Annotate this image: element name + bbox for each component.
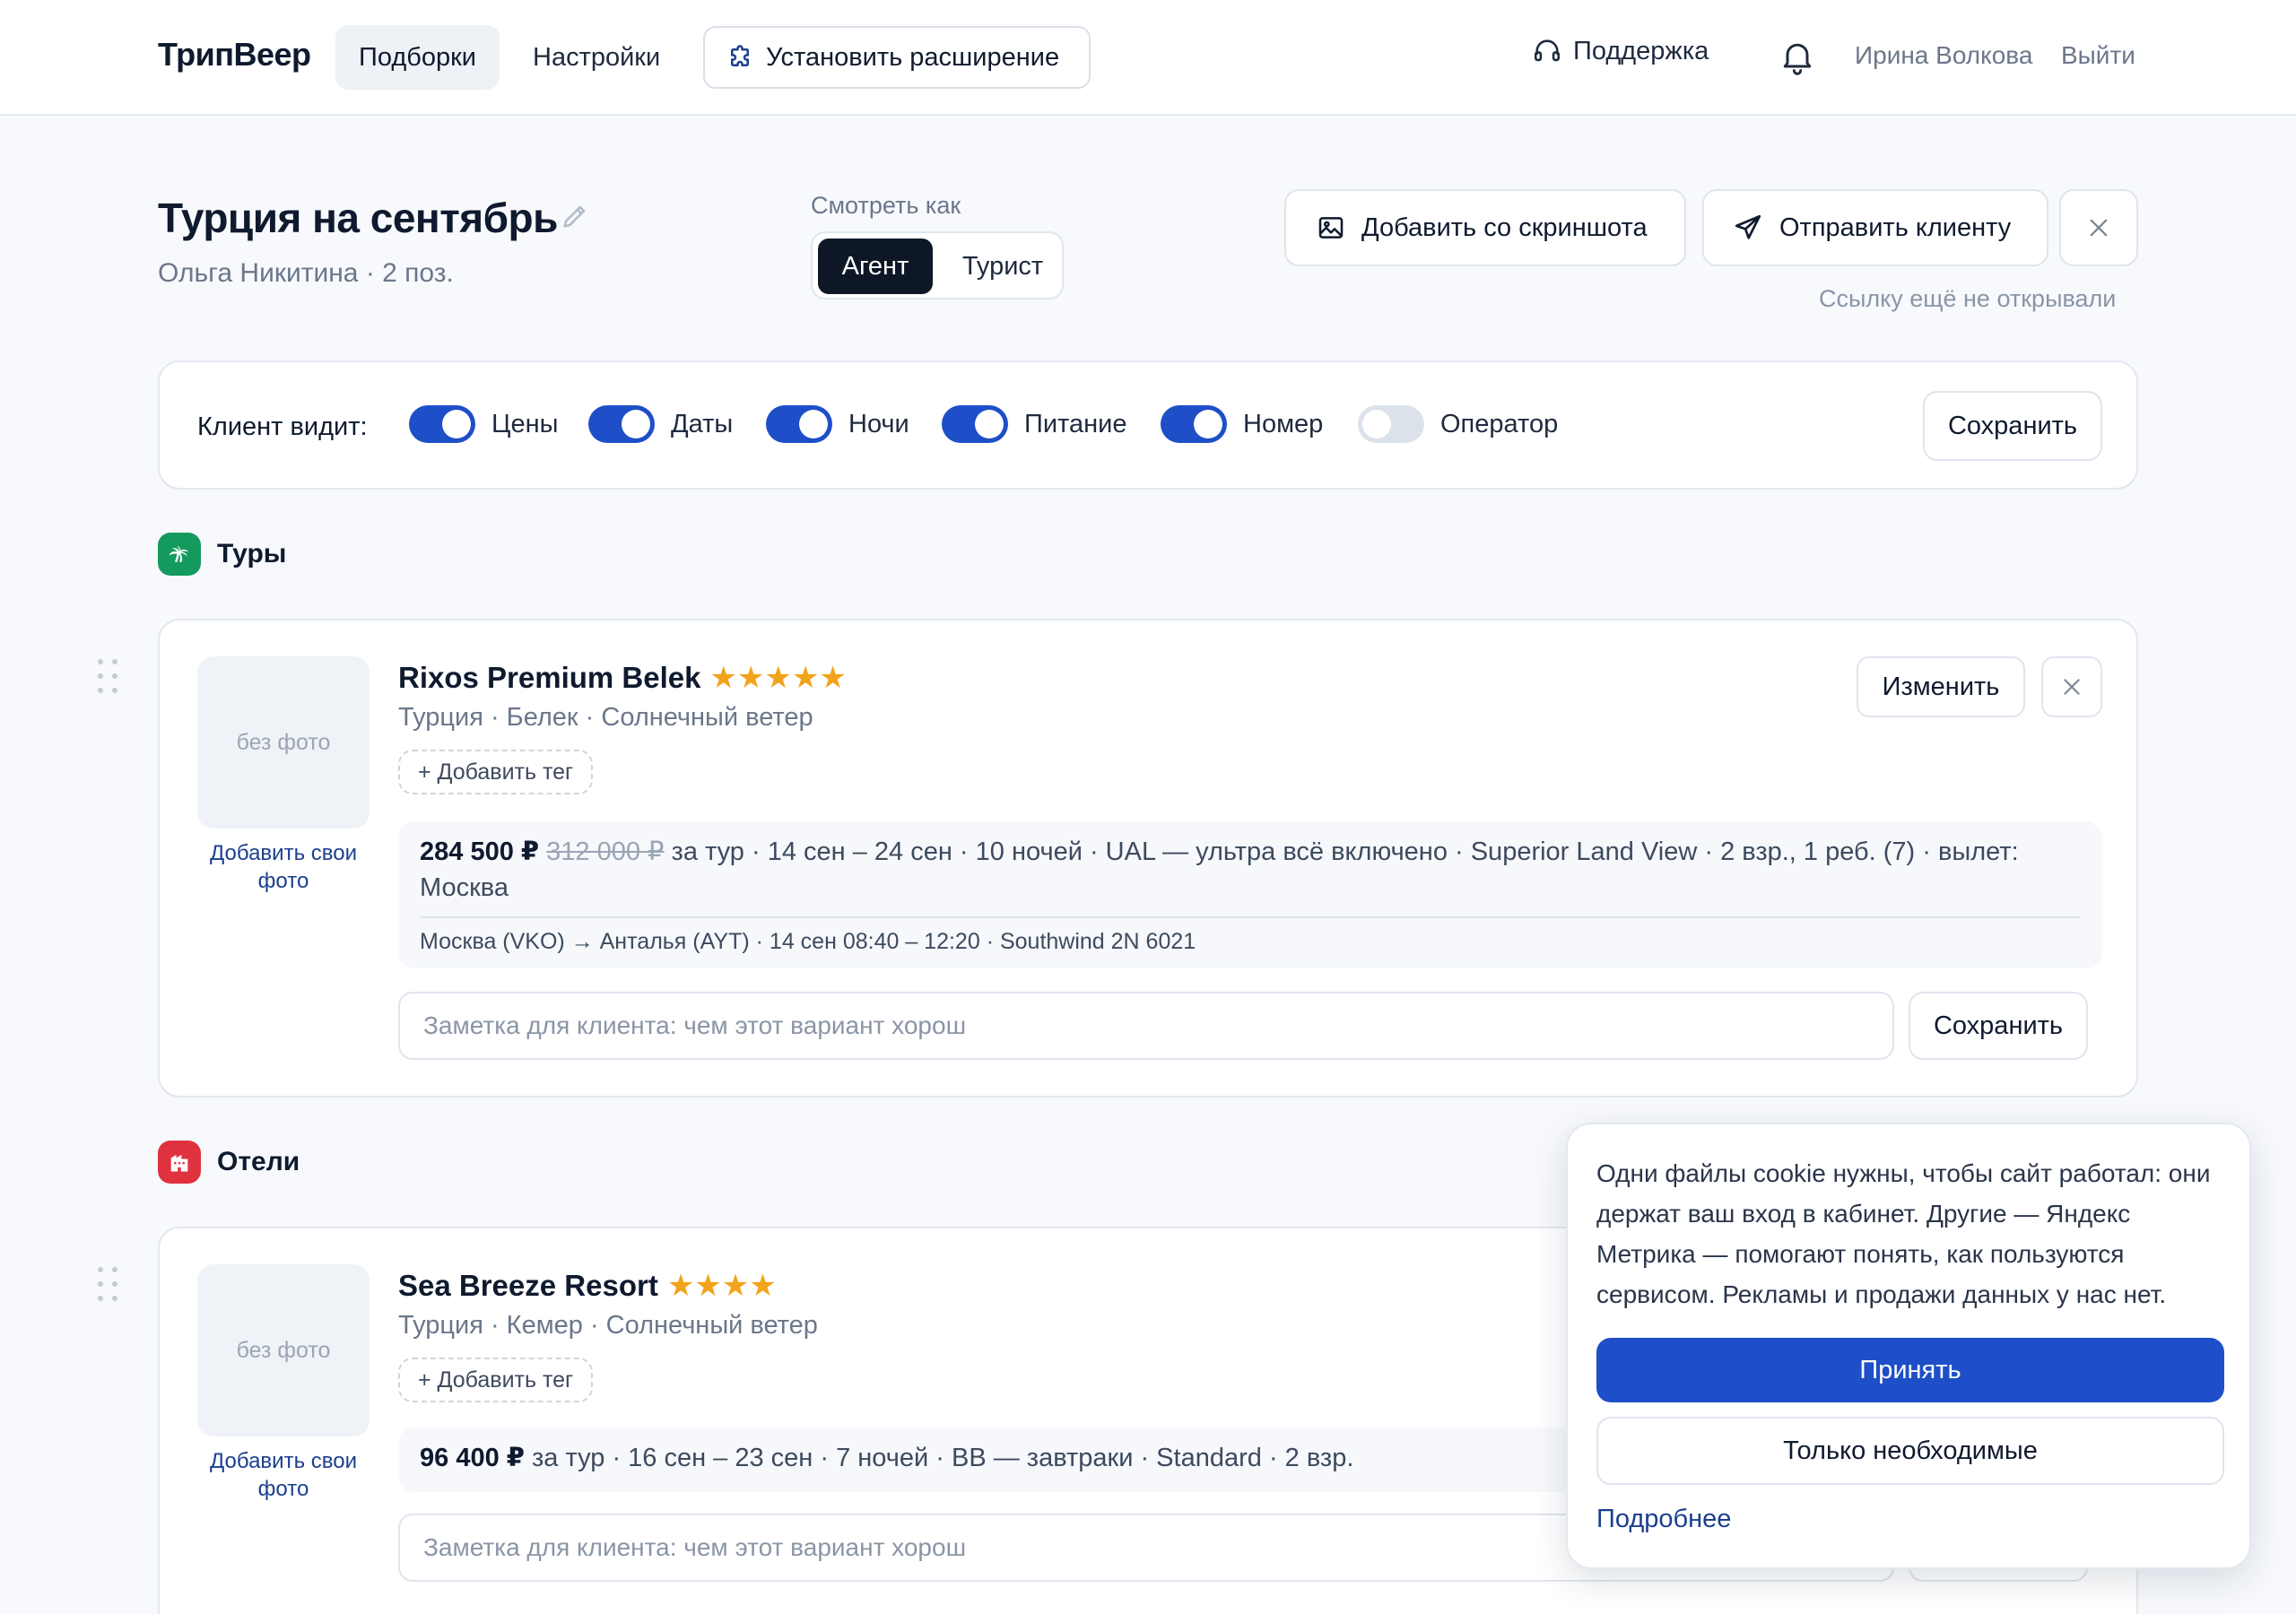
cookie-text: Одни файлы cookie нужны, чтобы сайт рабо… xyxy=(1596,1159,2211,1308)
toggle-label: Даты xyxy=(671,409,734,438)
save-note-button[interactable]: Сохранить xyxy=(1909,992,2088,1060)
section-tours-header: Туры xyxy=(158,533,286,576)
cookie-consent-popup: Одни файлы cookie нужны, чтобы сайт рабо… xyxy=(1566,1123,2251,1569)
client-visibility-panel: Клиент видит: Цены Даты Ночи Питание Ном… xyxy=(158,360,2138,490)
add-tag-button[interactable]: + Добавить тег xyxy=(398,1358,594,1402)
view-mode-switch: Агент Турист xyxy=(811,231,1064,299)
link-status: Ссылку ещё не открывали xyxy=(1819,285,2117,312)
toggle-label: Ночи xyxy=(848,409,909,438)
add-tag-button[interactable]: + Добавить тег xyxy=(398,750,594,794)
send-to-client-button[interactable]: Отправить клиенту xyxy=(1702,189,2048,266)
palm-icon xyxy=(158,533,201,576)
app-logo[interactable]: ТрипВеер xyxy=(158,36,311,74)
switch[interactable] xyxy=(409,405,475,443)
toggle-label: Оператор xyxy=(1440,409,1559,438)
offer-details: 284 500 ₽ 312 000 ₽ за тур · 14 сен – 24… xyxy=(398,821,2102,968)
necessary-cookies-button[interactable]: Только необходимые xyxy=(1596,1417,2224,1485)
view-mode-agent[interactable]: Агент xyxy=(818,239,933,294)
view-mode-tourist[interactable]: Турист xyxy=(947,239,1058,294)
send-icon xyxy=(1733,213,1763,243)
save-visibility-button[interactable]: Сохранить xyxy=(1923,391,2102,461)
section-title: Туры xyxy=(217,539,287,568)
offer-summary: 284 500 ₽ 312 000 ₽ за тур · 14 сен – 24… xyxy=(420,834,2081,906)
hotel-location: Турция · Белек · Солнечный ветер xyxy=(398,703,813,732)
accept-cookies-button[interactable]: Принять xyxy=(1596,1338,2224,1402)
logout-link[interactable]: Выйти xyxy=(2061,41,2135,70)
remove-item-button[interactable] xyxy=(2041,656,2102,717)
client-note-input[interactable] xyxy=(398,992,1894,1060)
divider xyxy=(420,916,2081,918)
toggle-operator[interactable]: Оператор xyxy=(1358,405,1558,443)
close-icon xyxy=(2060,675,2083,699)
toggle-prices[interactable]: Цены xyxy=(409,405,558,443)
toggle-nights[interactable]: Ночи xyxy=(766,405,909,443)
flight-info: Москва (VKO) → Анталья (AYT) · 14 сен 08… xyxy=(420,929,1196,954)
send-to-client-label: Отправить клиенту xyxy=(1779,213,2012,242)
close-collection-button[interactable] xyxy=(2059,189,2138,266)
cookie-more-link[interactable]: Подробнее xyxy=(1596,1505,1731,1534)
building-icon xyxy=(158,1141,201,1184)
add-photo-link[interactable]: Добавить свои фото xyxy=(197,839,370,895)
toggle-label: Цены xyxy=(491,409,559,438)
install-extension-button[interactable]: Установить расширение xyxy=(703,26,1091,89)
toggle-label: Номер xyxy=(1243,409,1324,438)
support-link[interactable]: Поддержка xyxy=(1532,36,1709,66)
switch[interactable] xyxy=(1358,405,1424,443)
toggle-meals[interactable]: Питание xyxy=(942,405,1126,443)
add-from-screenshot-button[interactable]: Добавить со скриншота xyxy=(1284,189,1686,266)
switch[interactable] xyxy=(1161,405,1227,443)
switch[interactable] xyxy=(588,405,655,443)
tour-card: без фото Добавить свои фото Rixos Premiu… xyxy=(158,619,2138,1098)
hotel-title: Sea Breeze Resort ★★★★ xyxy=(398,1268,777,1304)
switch[interactable] xyxy=(766,405,832,443)
offer-old-price: 312 000 ₽ xyxy=(546,837,665,866)
drag-handle-icon[interactable] xyxy=(95,656,120,696)
nav-collections[interactable]: Подборки xyxy=(335,25,500,90)
offer-price: 284 500 ₽ xyxy=(420,837,540,866)
view-as-label: Смотреть как xyxy=(811,192,961,219)
switch[interactable] xyxy=(942,405,1008,443)
add-photo-link[interactable]: Добавить свои фото xyxy=(197,1447,370,1503)
photo-placeholder: без фото xyxy=(197,1264,370,1436)
hotel-location: Турция · Кемер · Солнечный ветер xyxy=(398,1311,818,1340)
bell-icon[interactable] xyxy=(1778,36,1817,77)
toggle-room[interactable]: Номер xyxy=(1161,405,1323,443)
section-hotels-header: Отели xyxy=(158,1141,300,1184)
install-extension-label: Установить расширение xyxy=(766,42,1060,72)
image-icon xyxy=(1317,213,1345,242)
section-title: Отели xyxy=(217,1147,300,1176)
top-header: ТрипВеер Подборки Настройки Установить р… xyxy=(0,0,2296,116)
edit-button[interactable]: Изменить xyxy=(1857,656,2025,717)
toggle-dates[interactable]: Даты xyxy=(588,405,733,443)
headset-icon xyxy=(1532,36,1562,66)
edit-title-icon[interactable] xyxy=(560,201,590,231)
offer-price: 96 400 ₽ xyxy=(420,1444,525,1472)
page-title: Турция на сентябрь xyxy=(158,195,558,241)
offer-details-text: за тур · 16 сен – 23 сен · 7 ночей · BB … xyxy=(532,1444,1354,1472)
toggle-label: Питание xyxy=(1024,409,1127,438)
close-icon xyxy=(2086,215,2111,240)
support-label: Поддержка xyxy=(1573,36,1709,65)
hotel-name[interactable]: Rixos Premium Belek xyxy=(398,661,700,695)
star-rating: ★★★★ xyxy=(666,1269,777,1303)
drag-handle-icon[interactable] xyxy=(95,1264,120,1304)
star-rating: ★★★★★ xyxy=(709,661,847,695)
photo-placeholder: без фото xyxy=(197,656,370,829)
visibility-label: Клиент видит: xyxy=(197,412,368,441)
hotel-name[interactable]: Sea Breeze Resort xyxy=(398,1269,658,1303)
nav-settings[interactable]: Настройки xyxy=(509,25,683,90)
add-from-screenshot-label: Добавить со скриншота xyxy=(1361,213,1648,242)
hotel-title: Rixos Premium Belek ★★★★★ xyxy=(398,660,847,696)
collection-subtitle: Ольга Никитина · 2 поз. xyxy=(158,258,454,288)
user-name[interactable]: Ирина Волкова xyxy=(1855,41,2032,70)
puzzle-icon xyxy=(726,44,753,71)
